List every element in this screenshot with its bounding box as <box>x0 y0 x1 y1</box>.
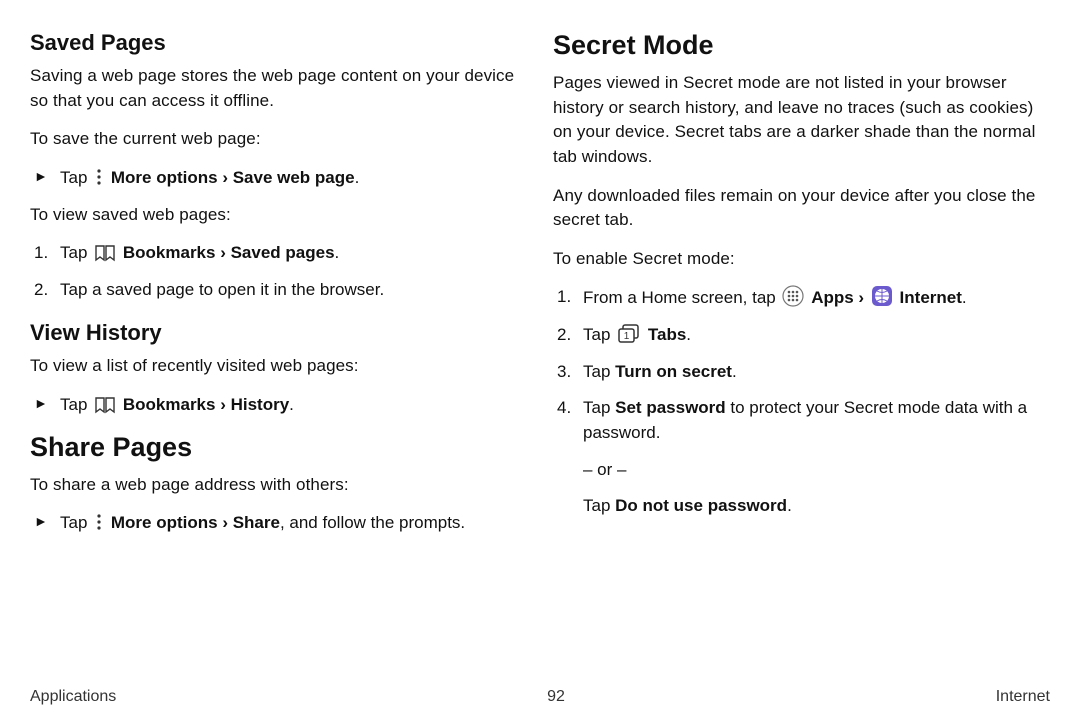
secret-mode-heading: Secret Mode <box>553 30 1052 61</box>
step-text: Tap <box>60 395 92 414</box>
share-label: Share <box>233 513 280 532</box>
view-history-intro: To view a list of recently visited web p… <box>30 354 529 379</box>
step-text: Tap <box>583 362 615 381</box>
footer-left: Applications <box>30 688 116 706</box>
view-step-2: 2. Tap a saved page to open it in the br… <box>30 278 529 303</box>
to-enable-label: To enable Secret mode: <box>553 247 1052 272</box>
period: . <box>732 362 737 381</box>
period: . <box>355 168 360 187</box>
bookmarks-label: Bookmarks <box>123 395 216 414</box>
internet-icon <box>871 285 893 307</box>
step-text: Tap <box>60 513 92 532</box>
step-number: 2. <box>34 278 48 303</box>
to-view-label: To view saved web pages: <box>30 203 529 228</box>
period: . <box>787 496 792 515</box>
bookmarks-label: Bookmarks <box>123 243 216 262</box>
svg-text:1: 1 <box>624 331 630 342</box>
period: . <box>335 243 340 262</box>
footer-right: Internet <box>996 688 1050 706</box>
step-number: 3. <box>557 360 571 385</box>
step-text: Tap <box>583 398 615 417</box>
view-history-heading: View History <box>30 320 529 346</box>
left-column: Saved Pages Saving a web page stores the… <box>30 30 529 670</box>
step-text: Tap <box>583 496 615 515</box>
secret-step-4: 4. Tap Set password to protect your Secr… <box>553 396 1052 445</box>
bookmarks-icon <box>94 396 116 414</box>
step-tail: , and follow the prompts. <box>280 513 465 532</box>
apps-label: Apps <box>811 288 854 307</box>
internet-label: Internet <box>900 288 962 307</box>
step-number: 1. <box>34 241 48 266</box>
chevron-icon: › <box>854 288 869 307</box>
step-text: Tap <box>60 243 92 262</box>
period: . <box>289 395 294 414</box>
footer-page-number: 92 <box>547 688 565 706</box>
step-number: 1. <box>557 285 571 310</box>
secret-mode-p1: Pages viewed in Secret mode are not list… <box>553 71 1052 170</box>
more-options-label: More options <box>111 513 218 532</box>
save-step: ► Tap More options › Save web page. <box>30 166 529 191</box>
secret-step-4b: Tap Do not use password. <box>553 494 1052 519</box>
to-save-label: To save the current web page: <box>30 127 529 152</box>
secret-step-3: 3. Tap Turn on secret. <box>553 360 1052 385</box>
period: . <box>962 288 967 307</box>
saved-pages-label: Saved pages <box>231 243 335 262</box>
tabs-label: Tabs <box>648 325 686 344</box>
triangle-icon: ► <box>34 393 48 413</box>
step-text: From a Home screen, tap <box>583 288 780 307</box>
tabs-icon: 1 <box>617 324 641 344</box>
share-step: ► Tap More options › Share, and follow t… <box>30 511 529 536</box>
more-options-icon <box>94 167 104 187</box>
secret-step-2: 2. Tap 1 Tabs. <box>553 323 1052 348</box>
share-pages-intro: To share a web page address with others: <box>30 473 529 498</box>
history-step: ► Tap Bookmarks › History. <box>30 393 529 418</box>
set-password-label: Set password <box>615 398 726 417</box>
triangle-icon: ► <box>34 511 48 531</box>
turn-on-secret-label: Turn on secret <box>615 362 732 381</box>
history-label: History <box>231 395 290 414</box>
more-options-icon <box>94 512 104 532</box>
chevron-icon: › <box>218 513 233 532</box>
step-number: 4. <box>557 396 571 421</box>
chevron-icon: › <box>218 168 233 187</box>
page-footer: Applications 92 Internet <box>30 688 1050 706</box>
step-number: 2. <box>557 323 571 348</box>
saved-pages-heading: Saved Pages <box>30 30 529 56</box>
bookmarks-icon <box>94 244 116 262</box>
share-pages-heading: Share Pages <box>30 432 529 463</box>
saved-pages-intro: Saving a web page stores the web page co… <box>30 64 529 113</box>
step-text: Tap <box>583 325 615 344</box>
chevron-icon: › <box>215 243 230 262</box>
save-web-page-label: Save web page <box>233 168 355 187</box>
do-not-use-password-label: Do not use password <box>615 496 787 515</box>
more-options-label: More options <box>111 168 218 187</box>
triangle-icon: ► <box>34 166 48 186</box>
secret-step-1: 1. From a Home screen, tap Apps › Intern… <box>553 285 1052 311</box>
view-step-1: 1. Tap Bookmarks › Saved pages. <box>30 241 529 266</box>
secret-mode-p2: Any downloaded files remain on your devi… <box>553 184 1052 233</box>
chevron-icon: › <box>215 395 230 414</box>
apps-icon <box>782 285 804 307</box>
right-column: Secret Mode Pages viewed in Secret mode … <box>553 30 1052 670</box>
or-divider: – or – <box>553 458 1052 483</box>
step-text: Tap <box>60 168 92 187</box>
step-text: Tap a saved page to open it in the brows… <box>60 280 384 299</box>
period: . <box>686 325 691 344</box>
